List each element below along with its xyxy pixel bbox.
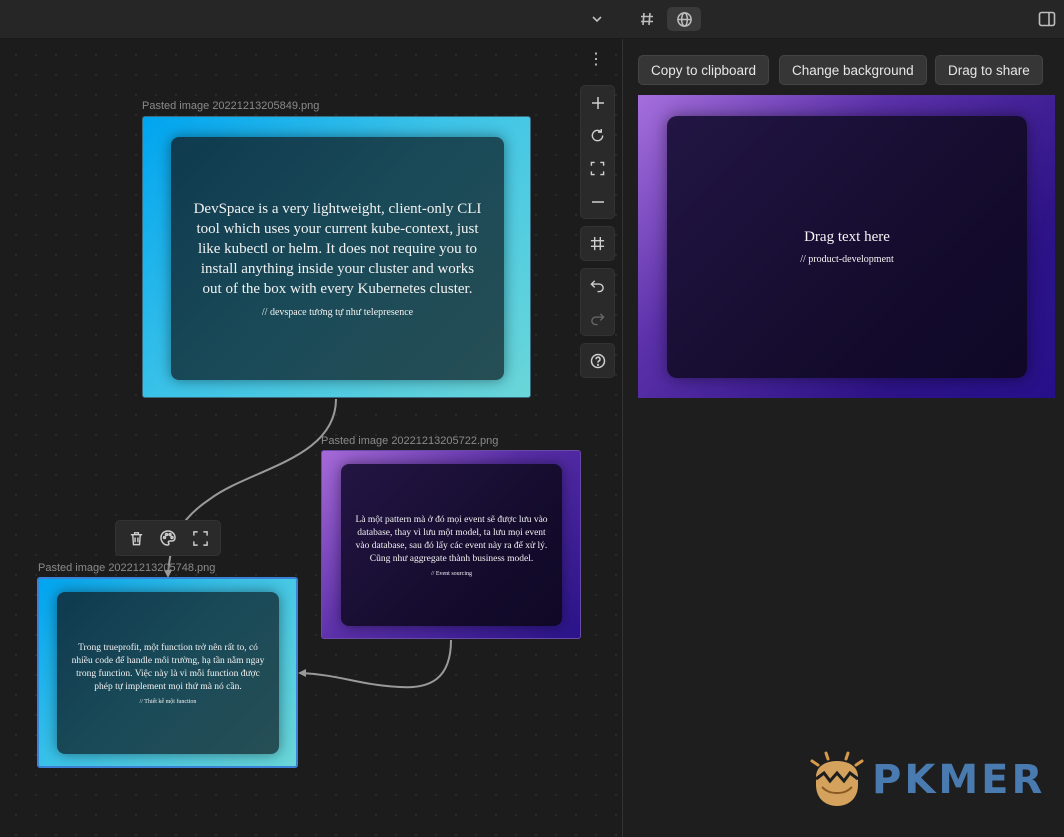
change-background-button[interactable]: Change background	[779, 55, 927, 85]
palette-icon[interactable]	[154, 524, 182, 552]
grid-controls	[580, 226, 615, 261]
preview-tag: // product-development	[800, 254, 894, 265]
copy-to-clipboard-button[interactable]: Copy to clipboard	[638, 55, 770, 85]
help-icon[interactable]	[581, 344, 614, 377]
canvas-node-function-design[interactable]: Trong trueprofit, một function trở nên r…	[37, 577, 298, 768]
history-controls	[580, 268, 615, 336]
node-label: Pasted image 20221213205748.png	[38, 562, 216, 574]
pkmer-logo: PKMER	[808, 751, 1045, 809]
card-tag: // devspace tương tự như telepresence	[261, 307, 414, 318]
card-tag: // Event sourcing	[431, 570, 472, 577]
globe-icon[interactable]	[667, 7, 701, 31]
canvas-node-devspace[interactable]: DevSpace is a very lightweight, client-o…	[142, 116, 531, 398]
reset-icon[interactable]	[581, 119, 614, 152]
fit-icon[interactable]	[581, 152, 614, 185]
canvas[interactable]: ⋮ Pasted image 20221213205849.png DevSpa…	[0, 39, 622, 837]
text-card: DevSpace is a very lightweight, client-o…	[171, 137, 504, 380]
node-toolbar	[115, 520, 221, 556]
node-label: Pasted image 20221213205722.png	[321, 435, 499, 447]
preview-title: Drag text here	[804, 229, 890, 245]
more-options-icon[interactable]: ⋮	[584, 49, 608, 69]
hash-icon[interactable]	[630, 7, 664, 31]
canvas-node-event-sourcing[interactable]: Là một pattern mà ở đó mọi event sẽ được…	[321, 450, 581, 639]
drag-to-share-button[interactable]: Drag to share	[935, 55, 1043, 85]
grid-icon[interactable]	[581, 227, 614, 260]
share-panel: Copy to clipboard Change background Drag…	[623, 39, 1064, 837]
sidebar-toggle-icon[interactable]	[1030, 7, 1064, 31]
pkmer-logo-text: PKMER	[872, 757, 1046, 803]
chevron-down-icon[interactable]	[580, 7, 614, 31]
share-preview[interactable]: Drag text here // product-development	[638, 95, 1055, 398]
zoom-to-node-icon[interactable]	[186, 524, 214, 552]
help-controls	[580, 343, 615, 378]
card-tag: // Thiết kế một function	[139, 698, 197, 705]
pkmer-logo-icon	[810, 751, 864, 806]
zoom-controls	[580, 85, 615, 219]
node-label: Pasted image 20221213205849.png	[142, 100, 320, 112]
zoom-in-icon[interactable]	[581, 86, 614, 119]
card-text: Trong trueprofit, một function trở nên r…	[71, 642, 265, 692]
text-card: Là một pattern mà ở đó mọi event sẽ được…	[341, 464, 562, 626]
text-card: Trong trueprofit, một function trở nên r…	[57, 592, 279, 754]
undo-icon[interactable]	[581, 269, 614, 302]
card-text: DevSpace is a very lightweight, client-o…	[193, 201, 482, 297]
top-bar	[0, 0, 1064, 39]
redo-icon[interactable]	[581, 302, 614, 335]
zoom-out-icon[interactable]	[581, 185, 614, 218]
preview-card: Drag text here // product-development	[667, 116, 1027, 378]
card-text: Là một pattern mà ở đó mọi event sẽ được…	[355, 514, 548, 564]
trash-icon[interactable]	[122, 524, 150, 552]
